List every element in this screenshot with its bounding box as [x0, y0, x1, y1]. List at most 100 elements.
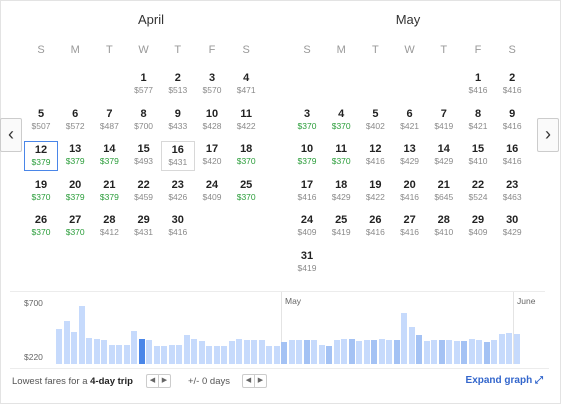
fare-bar[interactable] — [438, 340, 445, 364]
fare-bar[interactable] — [341, 338, 347, 364]
fare-bar[interactable] — [356, 341, 362, 364]
may-day-cell[interactable]: 2 $416 — [495, 70, 529, 100]
fare-bar[interactable] — [371, 340, 377, 364]
fare-bar[interactable] — [296, 339, 302, 364]
fare-bar[interactable] — [513, 333, 520, 364]
fare-bar[interactable] — [108, 344, 115, 364]
may-day-cell[interactable]: 11 $370 — [324, 141, 358, 171]
fare-bar[interactable] — [243, 340, 250, 364]
fare-bar[interactable] — [506, 332, 512, 364]
trip-decrease-icon[interactable]: ◀ — [147, 375, 159, 387]
april-day-cell[interactable]: 25 $370 — [229, 177, 263, 207]
april-day-cell[interactable]: 26 $370 — [24, 212, 58, 242]
may-day-cell[interactable]: 25 $419 — [324, 212, 358, 242]
may-day-cell[interactable]: 21 $645 — [427, 177, 461, 207]
april-day-cell[interactable]: 28 $412 — [92, 212, 126, 242]
fare-bar[interactable] — [491, 339, 497, 364]
may-day-cell[interactable]: 3 $370 — [290, 106, 324, 136]
may-day-cell[interactable]: 22 $524 — [461, 177, 495, 207]
fare-bar[interactable] — [251, 340, 257, 364]
april-day-cell[interactable]: 14 $379 — [92, 141, 126, 171]
may-day-cell[interactable]: 16 $416 — [495, 141, 529, 171]
may-day-cell[interactable]: 8 $421 — [461, 106, 495, 136]
may-day-cell[interactable]: 13 $429 — [393, 141, 427, 171]
flex-increase-icon[interactable]: ▶ — [255, 375, 266, 387]
may-day-cell[interactable]: 23 $463 — [495, 177, 529, 207]
fare-bar[interactable] — [228, 340, 235, 364]
may-day-cell[interactable]: 24 $409 — [290, 212, 324, 242]
fare-bar[interactable] — [146, 339, 152, 364]
may-day-cell[interactable]: 15 $410 — [461, 141, 495, 171]
trip-increase-icon[interactable]: ▶ — [159, 375, 170, 387]
april-day-cell[interactable]: 2 $513 — [161, 70, 195, 100]
april-day-cell[interactable]: 9 $433 — [161, 106, 195, 136]
fare-bar[interactable] — [101, 339, 107, 364]
fare-bar[interactable] — [453, 341, 460, 364]
april-day-cell[interactable]: 8 $700 — [127, 106, 161, 136]
may-day-cell[interactable]: 9 $416 — [495, 106, 529, 136]
fare-bar[interactable] — [303, 339, 310, 364]
may-day-cell[interactable]: 4 $370 — [324, 106, 358, 136]
may-day-cell[interactable]: 31 $419 — [290, 248, 324, 278]
april-day-cell[interactable]: 5 $507 — [24, 106, 58, 136]
fare-bar[interactable] — [288, 339, 295, 364]
prev-month-button[interactable]: ‹ — [0, 118, 22, 152]
fare-bar[interactable] — [446, 340, 452, 364]
fare-bar[interactable] — [56, 329, 62, 364]
fare-bar[interactable] — [183, 335, 190, 364]
fare-bar[interactable] — [63, 321, 70, 364]
april-day-cell[interactable]: 16 $431 — [160, 141, 195, 171]
may-day-cell[interactable]: 19 $422 — [358, 177, 392, 207]
fare-bar[interactable] — [416, 334, 422, 364]
fare-bar[interactable] — [461, 341, 467, 364]
fare-bar[interactable] — [318, 344, 325, 364]
fare-bar[interactable] — [93, 338, 100, 364]
april-day-cell[interactable]: 15 $493 — [127, 141, 161, 171]
fare-bar[interactable] — [423, 341, 430, 364]
april-day-cell[interactable]: 12 $379 — [24, 141, 58, 171]
fare-bar[interactable] — [401, 312, 407, 364]
expand-graph-link[interactable]: Expand graph ⤢ — [466, 375, 543, 386]
fare-bar[interactable] — [281, 342, 287, 364]
may-day-cell[interactable]: 6 $421 — [393, 106, 427, 136]
flex-decrease-icon[interactable]: ◀ — [243, 375, 255, 387]
may-day-cell[interactable]: 12 $416 — [358, 141, 392, 171]
fare-bar[interactable] — [326, 345, 332, 364]
fare-bar[interactable] — [161, 345, 167, 364]
april-day-cell[interactable]: 13 $379 — [58, 141, 92, 171]
may-day-cell[interactable]: 7 $419 — [427, 106, 461, 136]
april-day-cell[interactable]: 7 $487 — [92, 106, 126, 136]
fare-bar[interactable] — [213, 345, 220, 364]
fare-bar[interactable] — [483, 342, 490, 364]
flex-days-stepper[interactable]: ◀ ▶ — [242, 374, 267, 388]
next-month-button[interactable]: › — [537, 118, 559, 152]
fare-bar[interactable] — [131, 331, 137, 364]
fare-bar[interactable] — [191, 339, 197, 364]
april-day-cell[interactable]: 30 $416 — [161, 212, 195, 242]
fare-graph[interactable]: $700 $220 May June — [10, 291, 545, 364]
may-day-cell[interactable]: 14 $429 — [427, 141, 461, 171]
fare-bar[interactable] — [236, 338, 242, 364]
april-day-cell[interactable]: 4 $471 — [229, 70, 263, 100]
may-day-cell[interactable]: 18 $429 — [324, 177, 358, 207]
fare-bar[interactable] — [206, 345, 212, 364]
may-day-cell[interactable]: 28 $410 — [427, 212, 461, 242]
april-day-cell[interactable]: 17 $420 — [195, 141, 229, 171]
april-day-cell[interactable]: 6 $572 — [58, 106, 92, 136]
april-day-cell[interactable]: 21 $379 — [92, 177, 126, 207]
may-day-cell[interactable]: 30 $429 — [495, 212, 529, 242]
fare-bar[interactable] — [476, 339, 482, 364]
may-day-cell[interactable]: 26 $416 — [358, 212, 392, 242]
fare-bar[interactable] — [273, 345, 280, 364]
fare-bar[interactable] — [408, 327, 415, 364]
fare-bar[interactable] — [431, 339, 437, 364]
fare-bar[interactable] — [176, 344, 182, 364]
april-day-cell[interactable]: 22 $459 — [127, 177, 161, 207]
april-day-cell[interactable]: 10 $428 — [195, 106, 229, 136]
april-day-cell[interactable]: 23 $426 — [161, 177, 195, 207]
fare-bar[interactable] — [78, 306, 85, 364]
fare-bar[interactable] — [138, 338, 145, 364]
fare-bar[interactable] — [153, 345, 160, 364]
fare-bar[interactable] — [333, 340, 340, 364]
fare-bar[interactable] — [378, 338, 385, 364]
